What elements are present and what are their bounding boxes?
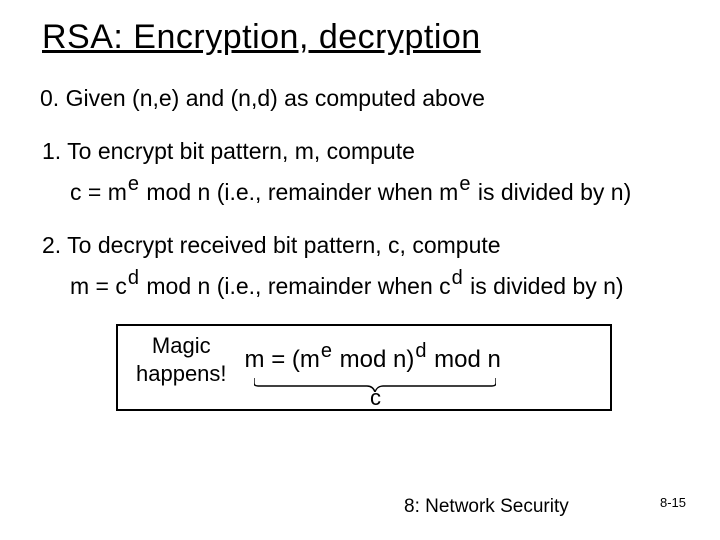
- magic-label: Magic happens!: [136, 332, 227, 387]
- f2-explain-pre: (i.e., remainder when c: [210, 273, 450, 299]
- step-0-num: 0.: [40, 85, 59, 111]
- me2: d: [415, 340, 426, 362]
- step-2: 2. To decrypt received bit pattern, c, c…: [42, 230, 692, 302]
- step-1-line: 1. To encrypt bit pattern, m, compute: [42, 136, 692, 167]
- f2-lhs: m = c: [70, 273, 127, 299]
- magic-label-1: Magic: [152, 333, 211, 358]
- step-1: 1. To encrypt bit pattern, m, compute c …: [42, 136, 692, 208]
- step-2-line: 2. To decrypt received bit pattern, c, c…: [42, 230, 692, 261]
- step-0: 0. Given (n,e) and (n,d) as computed abo…: [42, 83, 692, 114]
- step-0-line: 0. Given (n,e) and (n,d) as computed abo…: [40, 83, 692, 114]
- magic-box: Magic happens! m = (me mod n)d mod n c: [116, 324, 612, 411]
- f1-explain-post: is divided by n): [471, 179, 631, 205]
- f1-explain-exp: e: [459, 173, 470, 195]
- mf1: m = (m: [245, 346, 320, 373]
- step-1-formula: c = me mod n (i.e., remainder when me is…: [70, 177, 692, 208]
- step-0-text: Given (n,e) and (n,d) as computed above: [66, 85, 485, 111]
- magic-formula: m = (me mod n)d mod n: [245, 346, 501, 374]
- slide-title: RSA: Encryption, decryption: [42, 18, 692, 57]
- f1-exp: e: [128, 173, 139, 195]
- step-1-num: 1.: [42, 138, 61, 164]
- mf3: mod n: [427, 346, 500, 373]
- f1-lhs: c = m: [70, 179, 127, 205]
- step-2-num: 2.: [42, 232, 61, 258]
- f2-explain-exp: d: [452, 267, 463, 289]
- f2-mod: mod n: [140, 273, 210, 299]
- f1-mod: mod n: [140, 179, 210, 205]
- footer-page: 8-15: [660, 495, 686, 510]
- f2-exp: d: [128, 267, 139, 289]
- slide: RSA: Encryption, decryption 0. Given (n,…: [0, 0, 720, 540]
- step-2-text: To decrypt received bit pattern, c, comp…: [67, 232, 500, 258]
- me1: e: [321, 340, 332, 362]
- underbrace-label: c: [370, 385, 381, 411]
- step-2-formula: m = cd mod n (i.e., remainder when cd is…: [70, 271, 692, 302]
- mf2: mod n): [333, 346, 414, 373]
- f2-explain-post: is divided by n): [464, 273, 624, 299]
- f1-explain-pre: (i.e., remainder when m: [210, 179, 458, 205]
- magic-label-2: happens!: [136, 361, 227, 386]
- footer-chapter: 8: Network Security: [404, 496, 569, 518]
- step-1-text: To encrypt bit pattern, m, compute: [67, 138, 415, 164]
